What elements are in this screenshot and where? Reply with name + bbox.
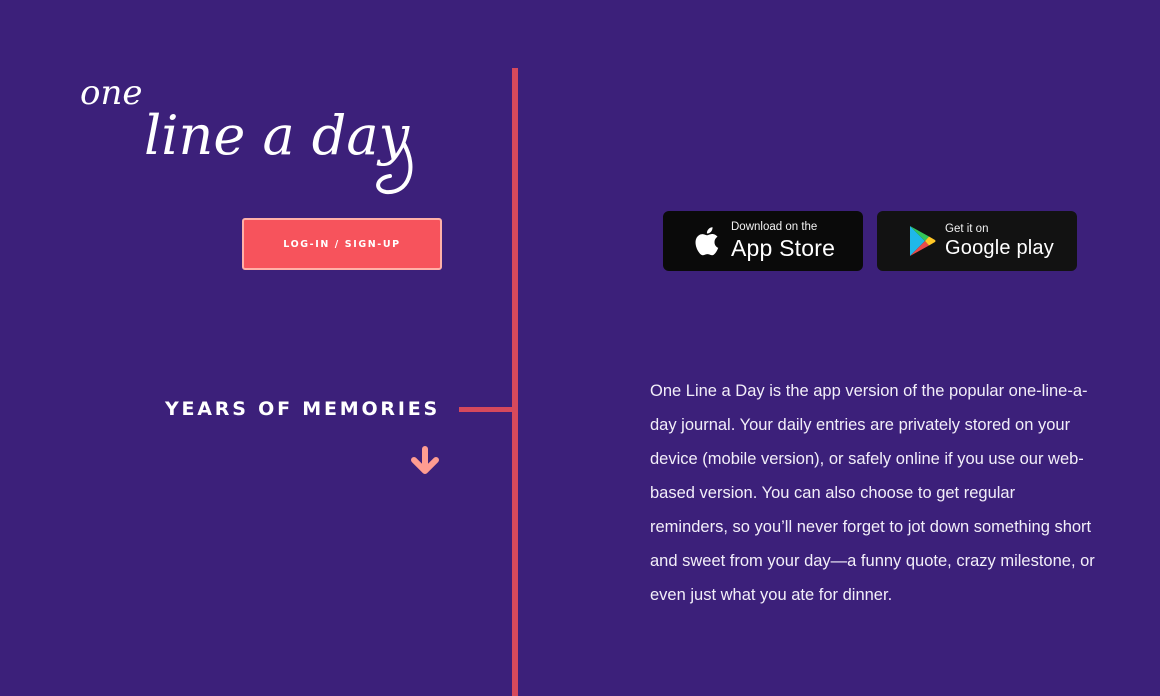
logo[interactable]: one line a day <box>78 74 438 206</box>
google-play-small-text: Get it on <box>945 222 989 235</box>
section-heading: YEARS OF MEMORIES <box>164 398 440 420</box>
app-description: One Line a Day is the app version of the… <box>650 382 1095 604</box>
logo-script: one line a day <box>80 74 413 195</box>
apple-icon <box>695 227 719 256</box>
timeline-marker <box>459 407 514 412</box>
app-store-small-text: Download on the <box>731 221 818 234</box>
timeline-line <box>512 68 518 696</box>
google-play-icon <box>910 226 936 256</box>
google-play-large-text: Google play <box>945 237 1054 260</box>
app-store-button[interactable]: Download on the App Store <box>663 211 863 271</box>
app-store-large-text: App Store <box>731 234 836 261</box>
logo-words-line-a-day: line a day <box>144 104 411 167</box>
login-signup-button[interactable]: LOG-IN / SIGN-UP <box>242 218 442 270</box>
arrow-down-icon[interactable] <box>409 446 441 476</box>
google-play-button[interactable]: Get it on Google play <box>877 211 1077 271</box>
logo-word-one: one <box>80 74 143 113</box>
